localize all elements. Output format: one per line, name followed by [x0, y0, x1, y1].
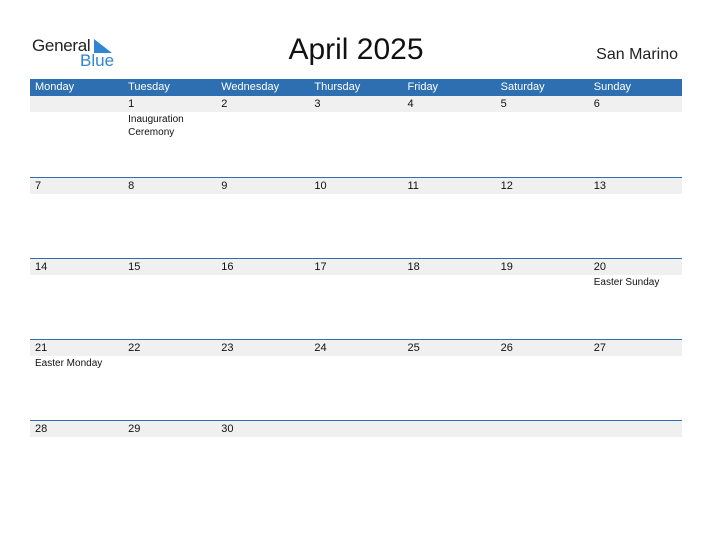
- events-row: Inauguration Ceremony: [30, 112, 682, 139]
- event-label: [403, 112, 496, 139]
- event-label: [403, 194, 496, 195]
- event-label: [30, 112, 123, 139]
- date-number: 27: [593, 342, 606, 354]
- event-label: [589, 194, 682, 195]
- event-label: [309, 194, 402, 195]
- date-number: 2: [221, 98, 228, 110]
- event-label: [403, 275, 496, 289]
- event-label: [123, 275, 216, 289]
- weekday-friday: Friday: [407, 81, 439, 93]
- event-label: [496, 194, 589, 195]
- date-number: 11: [407, 180, 419, 192]
- date-number: 10: [314, 180, 327, 192]
- event-label: [496, 437, 589, 438]
- event-label: [123, 194, 216, 195]
- event-label: [589, 437, 682, 438]
- event-label: [30, 275, 123, 289]
- date-number: 1: [128, 98, 135, 110]
- event-label: [403, 437, 496, 438]
- date-number: 22: [128, 342, 141, 354]
- week-row: 1 2 3 4 5 6 Inauguration Ceremony: [30, 96, 682, 177]
- week-row: 14 15 16 17 18 19 20 Easter Sunday: [30, 258, 682, 339]
- events-row: Easter Sunday: [30, 275, 682, 289]
- date-number: 3: [314, 98, 321, 110]
- event-label: [309, 356, 402, 370]
- date-number: [496, 421, 589, 437]
- event-label: [496, 112, 589, 139]
- event-label: [123, 356, 216, 370]
- date-bar: 28 29 30: [30, 420, 682, 437]
- country-label: San Marino: [596, 46, 678, 63]
- weekday-saturday: Saturday: [500, 81, 545, 93]
- weekday-tuesday: Tuesday: [128, 81, 170, 93]
- event-label: [30, 437, 123, 438]
- event-label: [216, 356, 309, 370]
- date-number: 6: [593, 98, 600, 110]
- date-number: [30, 96, 123, 112]
- date-number: 19: [500, 261, 513, 273]
- event-label: [216, 275, 309, 289]
- date-number: [309, 421, 402, 437]
- date-number: 29: [128, 423, 141, 435]
- date-number: 23: [221, 342, 234, 354]
- weekday-thursday: Thursday: [314, 81, 361, 93]
- date-number: 9: [221, 180, 228, 192]
- event-label: [123, 437, 216, 438]
- date-number: 21: [35, 342, 48, 354]
- date-number: 28: [35, 423, 48, 435]
- date-number: 30: [221, 423, 234, 435]
- date-number: 17: [314, 261, 327, 273]
- event-label: [309, 112, 402, 139]
- date-number: [403, 421, 496, 437]
- date-number: 20: [593, 261, 606, 273]
- date-bar: 7 8 9 10 11 12 13: [30, 177, 682, 194]
- event-label: Inauguration Ceremony: [128, 114, 184, 138]
- weekday-sunday: Sunday: [593, 81, 632, 93]
- weekday-header: Monday Tuesday Wednesday Thursday Friday…: [30, 79, 682, 96]
- date-bar: 21 22 23 24 25 26 27: [30, 339, 682, 356]
- event-label: Easter Sunday: [593, 277, 660, 288]
- weekday-wednesday: Wednesday: [221, 81, 280, 93]
- date-number: 5: [500, 98, 507, 110]
- date-number: 26: [500, 342, 513, 354]
- event-label: [309, 275, 402, 289]
- date-bar: 14 15 16 17 18 19 20: [30, 258, 682, 275]
- date-number: [589, 421, 682, 437]
- date-number: 4: [407, 98, 414, 110]
- date-number: 12: [500, 180, 513, 192]
- event-label: [216, 194, 309, 195]
- date-bar: 1 2 3 4 5 6: [30, 96, 682, 112]
- date-number: 13: [593, 180, 606, 192]
- week-row: 21 22 23 24 25 26 27 Easter Monday: [30, 339, 682, 420]
- date-number: 24: [314, 342, 327, 354]
- event-label: [496, 275, 589, 289]
- event-label: [496, 356, 589, 370]
- event-label: Easter Monday: [35, 358, 103, 369]
- event-label: [589, 356, 682, 370]
- event-label: [589, 112, 682, 139]
- event-label: [309, 437, 402, 438]
- date-number: 8: [128, 180, 135, 192]
- date-number: 7: [35, 180, 42, 192]
- date-number: 25: [407, 342, 420, 354]
- events-row: Easter Monday: [30, 356, 682, 370]
- event-label: [216, 437, 309, 438]
- date-number: 14: [35, 261, 48, 273]
- week-row: 28 29 30: [30, 420, 682, 501]
- date-number: 18: [407, 261, 420, 273]
- events-row: [30, 194, 682, 195]
- date-number: 16: [221, 261, 234, 273]
- event-label: [30, 194, 123, 195]
- events-row: [30, 437, 682, 438]
- week-row: 7 8 9 10 11 12 13: [30, 177, 682, 258]
- event-label: [403, 356, 496, 370]
- date-number: 15: [128, 261, 141, 273]
- weekday-monday: Monday: [35, 81, 75, 93]
- event-label: [216, 112, 309, 139]
